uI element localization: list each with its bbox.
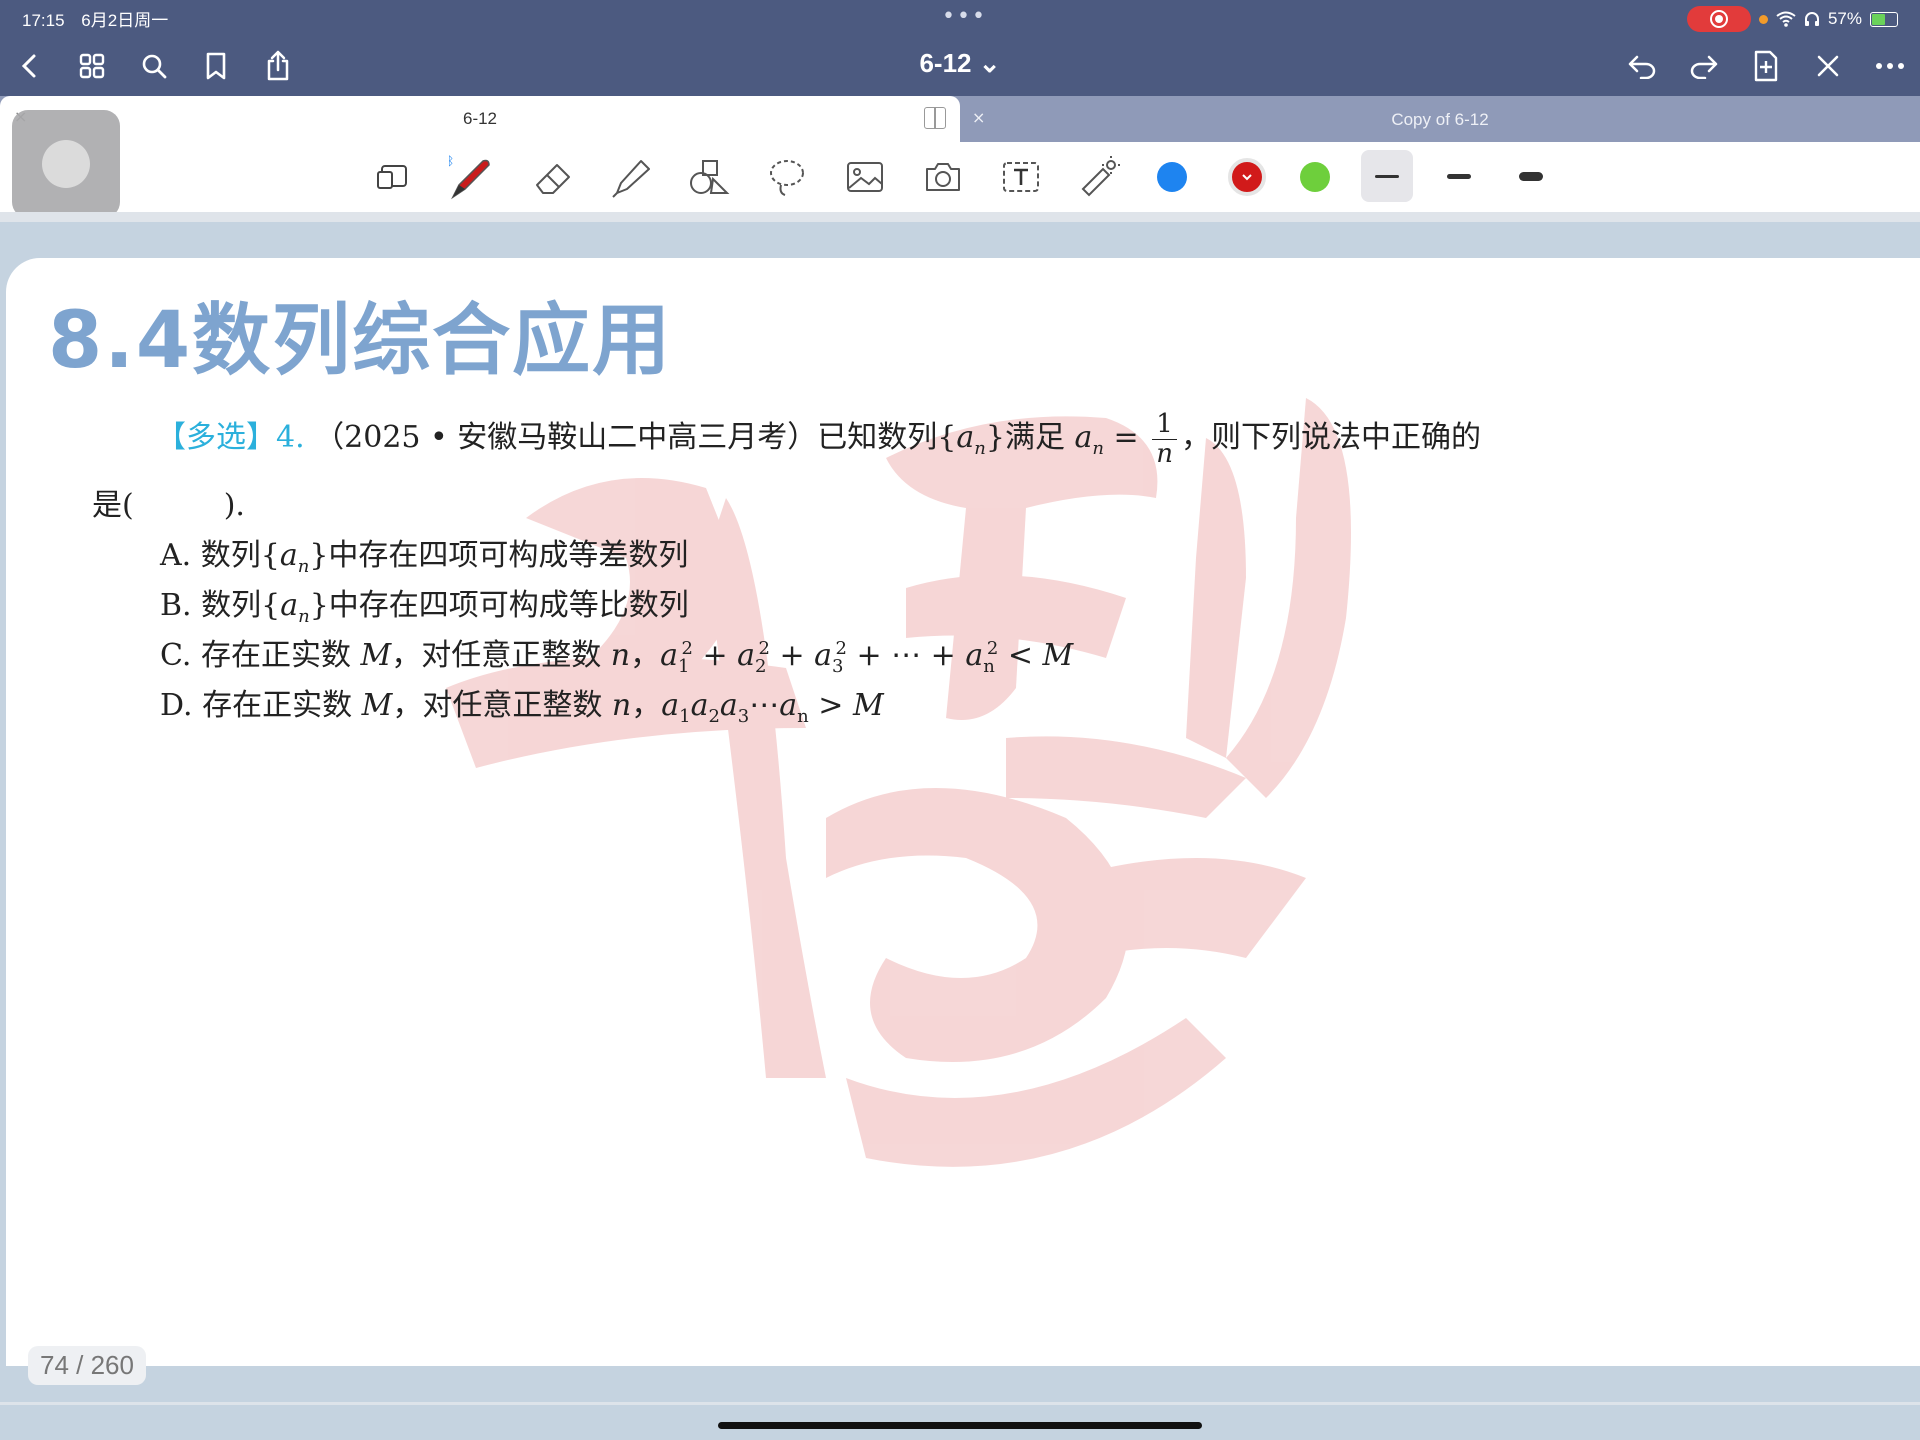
top-bar: 17:15 6月2日周一 ••• 57% 6-12 ⌄ (0, 0, 1920, 96)
stroke-width-thick[interactable] (1505, 150, 1557, 202)
wifi-icon (1776, 11, 1796, 27)
assistive-touch-button[interactable] (12, 110, 120, 218)
question-number: 4. (276, 420, 305, 456)
question-then: ，则下列说法中正确的 (1180, 420, 1481, 456)
text-icon[interactable] (996, 152, 1046, 202)
status-time: 17:15 (22, 11, 65, 30)
more-icon[interactable] (1870, 46, 1910, 86)
tab-bar: × 6-12 × Copy of 6-12 (0, 96, 1920, 142)
option-b[interactable]: B. 数列{an}中存在四项可构成等比数列 (160, 580, 689, 627)
tab-label: 6-12 (462, 109, 498, 128)
undo-icon[interactable] (1622, 46, 1662, 86)
color-swatch-green[interactable] (1300, 162, 1330, 192)
question-line-2: 是( ). (92, 488, 245, 523)
option-text: 存在正实数 (202, 688, 353, 723)
stroke-width-medium[interactable] (1433, 150, 1485, 202)
privacy-dot-icon (1758, 14, 1768, 24)
option-text: 存在正实数 (200, 638, 351, 673)
option-text: 数列{ (201, 588, 281, 623)
option-text-2: }中存在四项可构成等比数列 (309, 588, 689, 623)
question-tag: 【多选】 (156, 420, 276, 456)
status-right: 57% (1686, 6, 1898, 32)
headphones-icon (1804, 12, 1819, 26)
laser-pointer-icon[interactable] (1074, 152, 1124, 202)
document-page[interactable]: 8.4数列综合应用 【多选】4. （2025 • 安徽马鞍山二中高三月考）已知数… (6, 258, 1920, 1366)
fraction-1-over-n: 1n (1152, 410, 1177, 468)
svg-text:ᛒ: ᛒ (447, 154, 454, 168)
option-label: A. (160, 538, 192, 573)
screen-record-icon[interactable] (1686, 6, 1751, 32)
zoom-select-icon[interactable] (368, 152, 418, 202)
tab-6-12[interactable]: × 6-12 (0, 96, 960, 142)
option-d[interactable]: D. 存在正实数 M，对任意正整数 n，a1a2a3⋯an > M (160, 680, 884, 727)
option-label: C. (160, 638, 192, 673)
option-text: 数列{ (200, 538, 280, 573)
option-inequality: > M (818, 688, 884, 723)
multitask-dots-icon[interactable]: ••• (942, 4, 987, 29)
option-label: B. (160, 588, 192, 623)
eraser-icon[interactable] (530, 152, 580, 202)
question-source: （2025 • 安徽马鞍山二中高三月考）已知数列{ (314, 420, 957, 456)
add-page-icon[interactable] (1746, 46, 1786, 86)
page-heading: 8.4数列综合应用 (48, 296, 673, 386)
option-label: D. (160, 688, 193, 723)
status-date: 6月2日周一 (81, 11, 169, 30)
pen-icon[interactable]: ᛒ (446, 152, 496, 202)
option-text-2: }中存在四项可构成等差数列 (309, 538, 689, 573)
stroke-width-thin[interactable] (1361, 150, 1413, 202)
option-text-2: ，对任意正整数 (391, 638, 602, 673)
color-swatch-blue[interactable] (1157, 162, 1187, 192)
close-icon[interactable] (1808, 46, 1848, 86)
battery-icon (1870, 11, 1898, 27)
question-mid: }满足 (985, 420, 1065, 456)
question-line-1: 【多选】4. （2025 • 安徽马鞍山二中高三月考）已知数列{an}满足 an… (156, 409, 1481, 469)
option-c[interactable]: C. 存在正实数 M，对任意正整数 n，a12 + a22 + a32 + ⋯ … (160, 630, 1073, 677)
redo-icon[interactable] (1684, 46, 1724, 86)
page-separator (0, 212, 1920, 222)
home-indicator[interactable] (718, 1422, 1202, 1429)
lasso-icon[interactable] (762, 152, 812, 202)
shapes-icon[interactable] (684, 152, 734, 202)
battery-percent: 57% (1827, 9, 1862, 28)
chevron-down-icon (1242, 174, 1252, 181)
page-number[interactable]: 74 / 260 (28, 1346, 146, 1385)
status-bar: 17:15 6月2日周一 (22, 6, 180, 31)
camera-icon[interactable] (918, 152, 968, 202)
split-view-icon[interactable] (924, 107, 946, 129)
tab-label: Copy of 6-12 (1391, 110, 1489, 129)
option-a[interactable]: A. 数列{an}中存在四项可构成等差数列 (160, 530, 688, 577)
option-inequality: < M (1007, 638, 1074, 673)
image-icon[interactable] (840, 152, 890, 202)
color-swatch-red[interactable] (1228, 158, 1266, 196)
highlighter-icon[interactable] (606, 152, 656, 202)
drawing-toolbar: ᛒ (0, 142, 1920, 213)
option-text-2: ，对任意正整数 (392, 688, 603, 723)
